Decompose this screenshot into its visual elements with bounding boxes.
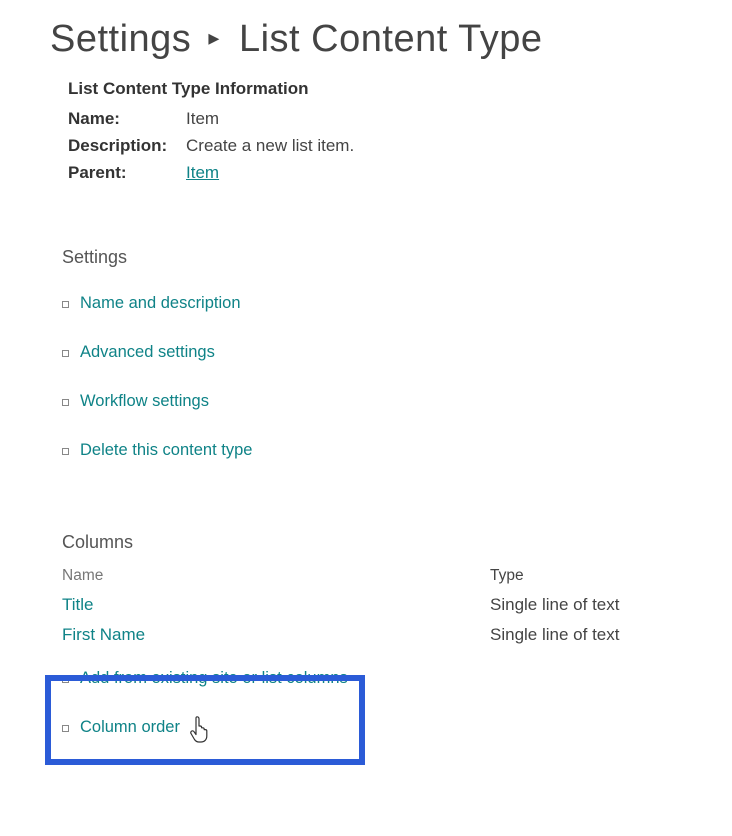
settings-item: Advanced settings xyxy=(62,343,682,362)
content-type-info: List Content Type Information Name: Item… xyxy=(50,79,682,187)
settings-item: Delete this content type xyxy=(62,441,682,460)
workflow-settings-link[interactable]: Workflow settings xyxy=(80,392,209,410)
settings-item: Name and description xyxy=(62,294,682,313)
columns-header-type: Type xyxy=(490,567,524,585)
info-parent-link[interactable]: Item xyxy=(186,159,219,186)
column-type-value: Single line of text xyxy=(490,625,619,645)
columns-header-row: Name Type xyxy=(62,567,682,585)
info-parent-label: Parent: xyxy=(68,159,186,186)
columns-table: Name Type Title Single line of text Firs… xyxy=(62,567,682,645)
info-name-value: Item xyxy=(186,105,219,132)
settings-item: Workflow settings xyxy=(62,392,682,411)
columns-heading: Columns xyxy=(62,532,682,553)
info-description-label: Description: xyxy=(68,132,186,159)
settings-section: Settings Name and description Advanced s… xyxy=(50,247,682,460)
info-description-value: Create a new list item. xyxy=(186,132,354,159)
advanced-settings-link[interactable]: Advanced settings xyxy=(80,343,215,361)
delete-content-type-link[interactable]: Delete this content type xyxy=(80,441,252,459)
breadcrumb-current: List Content Type xyxy=(239,18,543,60)
columns-action-item: Column order xyxy=(62,718,682,737)
settings-heading: Settings xyxy=(62,247,682,268)
page-title: Settings ▸ List Content Type xyxy=(50,18,682,61)
column-name-link[interactable]: Title xyxy=(62,595,94,614)
columns-section: Columns Name Type Title Single line of t… xyxy=(50,532,682,737)
table-row: First Name Single line of text xyxy=(62,625,682,645)
columns-action-item: Add from existing site or list columns xyxy=(62,669,682,688)
name-and-description-link[interactable]: Name and description xyxy=(80,294,241,312)
add-from-existing-columns-link[interactable]: Add from existing site or list columns xyxy=(80,669,348,687)
info-heading: List Content Type Information xyxy=(68,79,682,99)
column-name-link[interactable]: First Name xyxy=(62,625,145,644)
breadcrumb-separator-icon: ▸ xyxy=(208,25,220,51)
info-name-label: Name: xyxy=(68,105,186,132)
table-row: Title Single line of text xyxy=(62,595,682,615)
breadcrumb-parent[interactable]: Settings xyxy=(50,18,191,60)
columns-header-name: Name xyxy=(62,567,490,585)
column-order-link[interactable]: Column order xyxy=(80,718,180,736)
column-type-value: Single line of text xyxy=(490,595,619,615)
